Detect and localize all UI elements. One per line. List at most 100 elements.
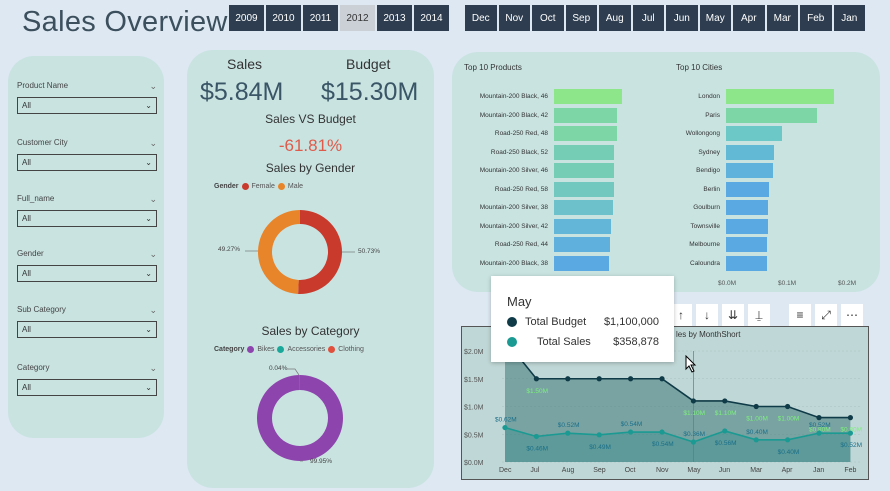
category-chart-title: Sales by Category <box>261 324 360 338</box>
bar[interactable] <box>726 218 768 234</box>
data-point[interactable] <box>565 376 571 382</box>
data-point[interactable] <box>785 403 791 410</box>
legend-item[interactable]: Bikes <box>257 346 274 353</box>
bar[interactable] <box>726 163 773 178</box>
month-button-mar[interactable]: Mar <box>766 5 798 31</box>
filter-dropdown[interactable]: All ⌄ <box>17 154 157 171</box>
month-button-oct[interactable]: Oct <box>532 5 564 31</box>
data-point[interactable] <box>785 437 791 443</box>
legend-item[interactable]: Female <box>252 183 275 190</box>
data-point[interactable] <box>596 376 602 382</box>
filter-dropdown[interactable]: All ⌄ <box>17 97 157 114</box>
chevron-down-icon[interactable]: ⌄ <box>149 249 157 260</box>
donut-slice-male[interactable] <box>258 210 300 294</box>
data-point[interactable] <box>847 430 853 436</box>
bar[interactable] <box>726 200 769 215</box>
chevron-down-icon[interactable]: ⌄ <box>149 81 157 92</box>
data-point[interactable] <box>659 429 665 435</box>
data-point[interactable] <box>753 403 759 410</box>
bar[interactable] <box>726 255 768 271</box>
sales-vs-budget-title: Sales VS Budget <box>265 112 356 126</box>
expand-down-icon[interactable]: ⍊ <box>748 304 770 326</box>
chevron-down-icon[interactable]: ⌄ <box>149 363 157 374</box>
tooltip-row-sales: Total Sales $358,878 <box>507 336 659 348</box>
month-button-jun[interactable]: Jun <box>666 5 698 31</box>
arrow-down-icon[interactable]: ↓ <box>696 304 718 326</box>
filter-dropdown[interactable]: All ⌄ <box>17 265 157 282</box>
bar-row[interactable]: Melbourne <box>452 237 880 252</box>
x-tick-label: Mar <box>750 467 763 474</box>
data-point[interactable] <box>690 439 696 445</box>
data-point[interactable] <box>816 430 822 436</box>
legend-item[interactable]: Accessories <box>287 346 325 353</box>
month-button-nov[interactable]: Nov <box>498 5 530 31</box>
bar-row[interactable]: Berlin <box>452 181 880 197</box>
y-tick-label: $0.5M <box>464 432 484 439</box>
bar-row[interactable]: Wollongong <box>452 126 880 141</box>
chevron-down-icon[interactable]: ⌄ <box>149 194 157 205</box>
data-point[interactable] <box>502 424 508 431</box>
legend-item[interactable]: Clothing <box>338 346 364 353</box>
data-point[interactable] <box>659 376 665 382</box>
year-button-2012[interactable]: 2012 <box>340 5 375 31</box>
month-button-dec[interactable]: Dec <box>465 5 497 31</box>
year-button-2010[interactable]: 2010 <box>266 5 301 31</box>
bar-row[interactable]: Sydney <box>452 144 880 160</box>
bar-label: Goulburn <box>693 204 720 211</box>
data-point[interactable] <box>628 429 634 435</box>
month-button-feb[interactable]: Feb <box>800 5 832 31</box>
donut-slice-female[interactable] <box>298 210 343 294</box>
bar-row[interactable]: Townsville <box>452 218 880 234</box>
gender-donut[interactable] <box>187 198 434 308</box>
data-point[interactable] <box>816 415 822 421</box>
month-button-jul[interactable]: Jul <box>632 5 664 31</box>
data-point[interactable] <box>565 430 571 436</box>
bar[interactable] <box>726 126 783 141</box>
bar-row[interactable]: Paris <box>452 107 880 123</box>
legend-item[interactable]: Male <box>288 183 303 190</box>
chevron-down-icon[interactable]: ⌄ <box>149 138 157 149</box>
chevron-down-icon[interactable]: ⌄ <box>149 305 157 316</box>
bar-row[interactable]: London <box>452 89 880 104</box>
month-button-may[interactable]: May <box>699 5 731 31</box>
month-button-aug[interactable]: Aug <box>599 5 631 31</box>
month-button-jan[interactable]: Jan <box>833 5 865 31</box>
month-button-apr[interactable]: Apr <box>733 5 765 31</box>
gender-male-pct: 49.27% <box>218 246 241 253</box>
year-button-2013[interactable]: 2013 <box>377 5 412 31</box>
year-button-2011[interactable]: 2011 <box>303 5 338 31</box>
filter-label-text: Gender <box>17 249 44 258</box>
filter-dropdown[interactable]: All ⌄ <box>17 379 157 396</box>
y-tick-label: $0.0M <box>464 460 484 467</box>
bar-row[interactable]: Goulburn <box>452 200 880 215</box>
data-point[interactable] <box>690 398 696 404</box>
filter-dropdown[interactable]: All ⌄ <box>17 321 157 338</box>
category-donut[interactable] <box>187 363 434 473</box>
filter-dropdown[interactable]: All ⌄ <box>17 210 157 227</box>
bar[interactable] <box>726 181 770 197</box>
data-label: $1.50M <box>526 388 548 395</box>
data-point[interactable] <box>533 376 539 382</box>
bar[interactable] <box>726 144 775 160</box>
data-point[interactable] <box>847 415 853 421</box>
x-tick-label: Jun <box>719 467 730 474</box>
bar[interactable] <box>726 107 817 123</box>
focus-icon[interactable]: ⤢ <box>815 304 837 326</box>
data-point[interactable] <box>596 432 602 438</box>
bar[interactable] <box>726 237 768 252</box>
double-down-icon[interactable]: ⇊ <box>722 304 744 326</box>
filter-icon[interactable]: ≡ <box>789 304 811 326</box>
data-point[interactable] <box>722 428 728 434</box>
year-button-2009[interactable]: 2009 <box>229 5 264 31</box>
data-point[interactable] <box>628 376 634 382</box>
filter-product-name: Product Name ⌄ All ⌄ <box>17 81 157 114</box>
data-point[interactable] <box>722 398 728 404</box>
bar-row[interactable]: Bendigo <box>452 163 880 178</box>
more-icon[interactable]: ⋯ <box>841 304 863 326</box>
data-point[interactable] <box>533 433 539 440</box>
month-button-sep[interactable]: Sep <box>565 5 597 31</box>
year-button-2014[interactable]: 2014 <box>414 5 449 31</box>
data-point[interactable] <box>753 437 759 443</box>
bar-row[interactable]: Caloundra <box>452 255 880 271</box>
bar[interactable] <box>726 89 834 104</box>
